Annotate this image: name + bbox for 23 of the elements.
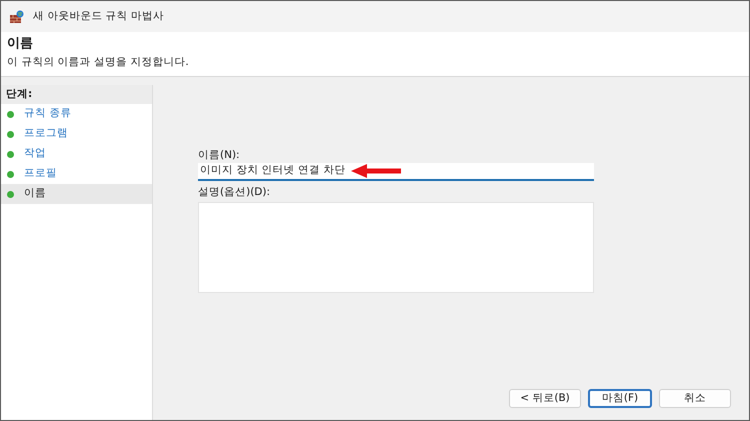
- steps-heading: 단계:: [1, 85, 152, 104]
- done-dot-icon: [7, 150, 14, 158]
- done-dot-icon: [7, 130, 14, 138]
- description-field[interactable]: [198, 202, 594, 293]
- page-title: 이름: [7, 35, 34, 53]
- wizard-button[interactable]: < 뒤로(B): [509, 389, 581, 408]
- firewall-icon: [9, 10, 25, 24]
- description-label: 설명(옵션)(D):: [198, 185, 272, 200]
- wizard-button[interactable]: 마침(F): [588, 389, 652, 408]
- page-subtitle: 이 규칙의 이름과 설명을 지정합니다.: [7, 55, 190, 70]
- step-item[interactable]: 프로필: [1, 164, 152, 184]
- name-label: 이름(N):: [198, 148, 241, 163]
- step-item[interactable]: 작업: [1, 144, 152, 164]
- window-title: 새 아웃바운드 규칙 마법사: [33, 8, 164, 24]
- pointer-arrow-icon: [351, 164, 402, 178]
- done-dot-icon: [7, 190, 14, 198]
- name-field[interactable]: 이미지 장치 인터넷 연결 차단: [198, 163, 594, 181]
- step-item[interactable]: 이름: [1, 184, 152, 204]
- step-item[interactable]: 프로그램: [1, 124, 152, 144]
- step-item[interactable]: 규칙 종류: [1, 104, 152, 124]
- done-dot-icon: [7, 110, 14, 118]
- done-dot-icon: [7, 170, 14, 178]
- wizard-button[interactable]: 취소: [659, 389, 731, 408]
